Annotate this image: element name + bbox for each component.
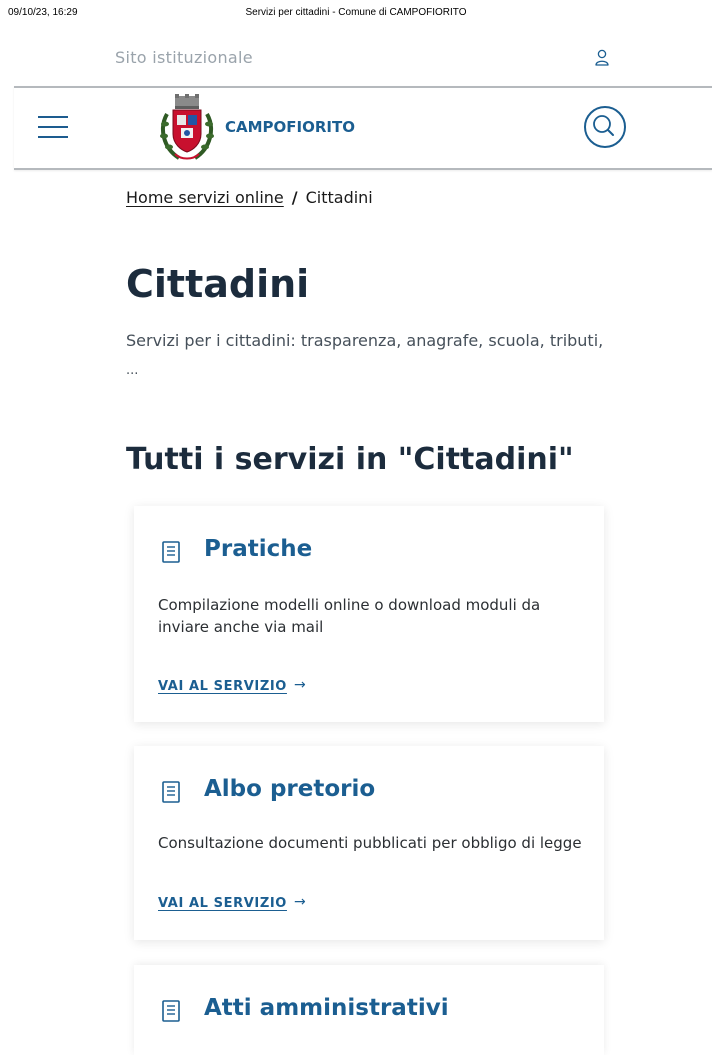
document-icon	[162, 541, 180, 563]
service-link[interactable]: VAI AL SERVIZIO	[158, 679, 287, 694]
card-description: Consultazione documenti pubblicati per o…	[158, 834, 582, 852]
user-icon[interactable]	[594, 49, 610, 67]
slim-header: Sito istituzionale	[0, 36, 712, 84]
search-button[interactable]	[584, 106, 626, 148]
page-description-more: ...	[126, 363, 139, 378]
card-title-link[interactable]: Pratiche	[204, 536, 312, 562]
institutional-site-link[interactable]: Sito istituzionale	[115, 48, 253, 67]
service-card: Pratiche Compilazione modelli online o d…	[134, 506, 604, 722]
municipal-crest-icon	[160, 94, 214, 160]
breadcrumb: Home servizi online / Cittadini	[126, 188, 373, 207]
page-description-text: Servizi per i cittadini: trasparenza, an…	[126, 331, 604, 350]
card-title-link[interactable]: Atti amministrativi	[204, 995, 449, 1021]
document-icon	[162, 1000, 180, 1022]
print-header: 09/10/23, 16:29 Servizi per cittadini - …	[0, 0, 712, 24]
service-card: Albo pretorio Consultazione documenti pu…	[134, 746, 604, 940]
arrow-right-icon: →	[294, 677, 306, 693]
card-description: Compilazione modelli online o download m…	[158, 596, 541, 636]
breadcrumb-current: Cittadini	[305, 188, 373, 207]
section-title: Tutti i servizi in "Cittadini"	[126, 442, 574, 477]
card-title-link[interactable]: Albo pretorio	[204, 776, 375, 802]
page-description: Servizi per i cittadini: trasparenza, an…	[126, 327, 606, 385]
municipality-name[interactable]: CAMPOFIORITO	[225, 118, 355, 136]
breadcrumb-separator: /	[291, 188, 298, 207]
breadcrumb-home-link[interactable]: Home servizi online	[126, 188, 284, 207]
service-card: Atti amministrativi	[134, 965, 604, 1055]
page-title: Cittadini	[126, 262, 310, 306]
main-header: CAMPOFIORITO	[14, 86, 712, 170]
document-icon	[162, 781, 180, 803]
search-icon	[593, 115, 614, 136]
print-page-title: Servizi per cittadini - Comune di CAMPOF…	[245, 7, 467, 18]
arrow-right-icon: →	[294, 894, 306, 910]
hamburger-icon[interactable]	[38, 116, 68, 138]
service-link[interactable]: VAI AL SERVIZIO	[158, 896, 287, 911]
